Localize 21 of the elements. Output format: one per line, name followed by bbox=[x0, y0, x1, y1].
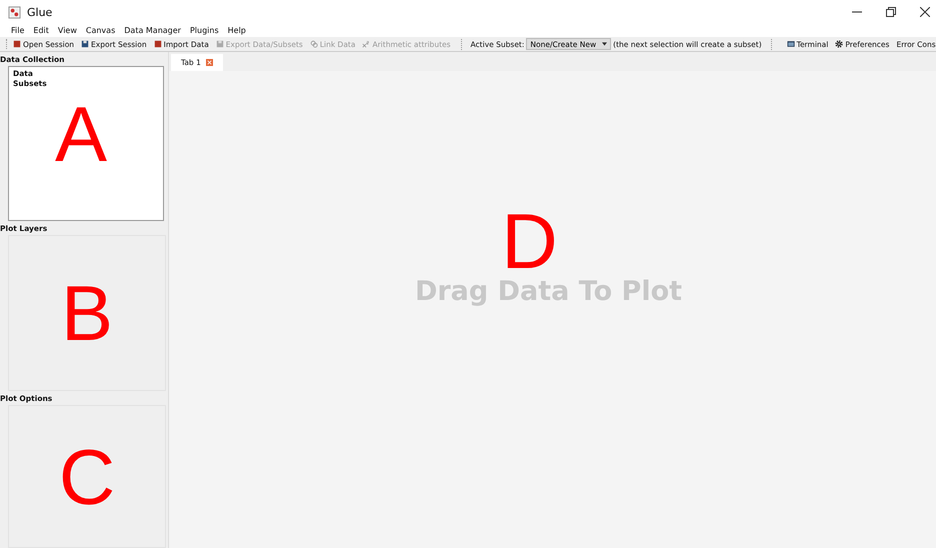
caret-icon bbox=[602, 42, 608, 46]
menu-item[interactable]: View bbox=[58, 26, 77, 35]
close-icon[interactable] bbox=[920, 7, 930, 17]
square-icon bbox=[13, 40, 21, 48]
menu-item[interactable]: Plugins bbox=[190, 26, 219, 35]
overlay-letter: B bbox=[60, 274, 114, 352]
window-title: Glue bbox=[27, 6, 52, 18]
restore-icon[interactable] bbox=[886, 7, 896, 17]
menu-item[interactable]: Help bbox=[228, 26, 246, 35]
overlay-letter: C bbox=[58, 438, 116, 516]
square-icon bbox=[154, 40, 162, 48]
overlay-letter: D bbox=[501, 206, 558, 276]
gear-icon bbox=[835, 40, 844, 48]
menu-item[interactable]: Edit bbox=[33, 26, 49, 35]
overlay-letter: A bbox=[55, 95, 108, 173]
menu-item[interactable]: Data Manager bbox=[124, 26, 181, 35]
menu-item[interactable]: File bbox=[11, 26, 24, 35]
link-icon bbox=[310, 40, 318, 48]
app-logo-icon bbox=[8, 6, 21, 18]
terminal-icon bbox=[786, 40, 795, 48]
menu-item[interactable]: Canvas bbox=[86, 26, 116, 35]
